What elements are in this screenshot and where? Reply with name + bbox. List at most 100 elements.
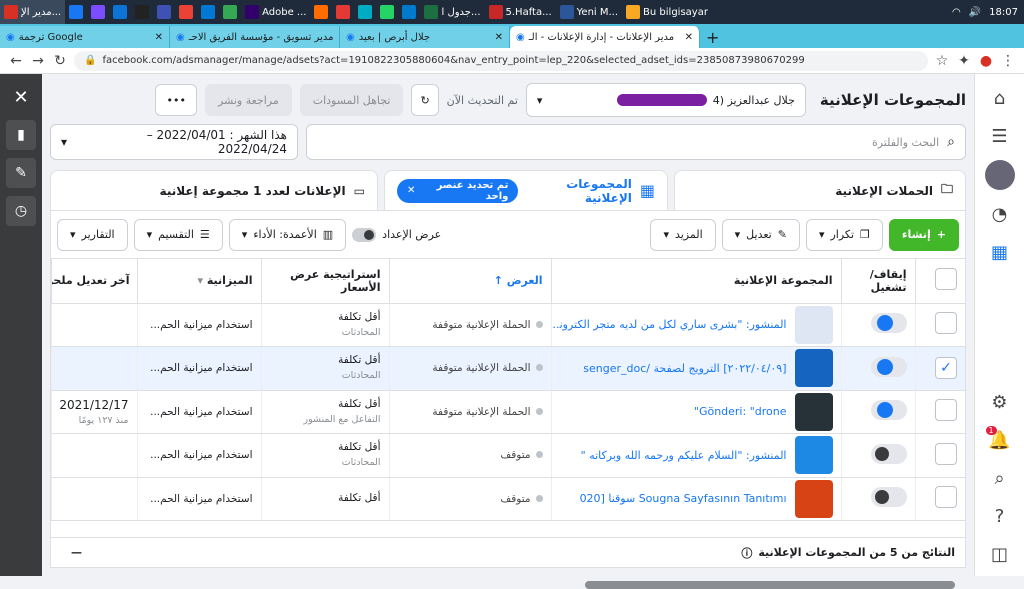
help-icon[interactable]: ?	[986, 502, 1014, 530]
browser-menu-icon[interactable]: ⋮	[1000, 53, 1016, 69]
adset-name-link[interactable]: Sougna Sayfasının Tanıtımı سوقنا [020	[580, 492, 787, 505]
notifications-bell-icon[interactable]: 🔔 1	[985, 426, 1014, 454]
search-icon[interactable]: ⌕	[986, 464, 1014, 492]
taskbar-app[interactable]	[354, 0, 376, 24]
taskbar-app[interactable]: مدير الإ...	[0, 0, 66, 24]
taskbar-app[interactable]: Bu bilgisayar	[622, 0, 712, 24]
delivery-switch[interactable]	[870, 443, 907, 464]
selection-chip[interactable]: تم تحديد عنصر واحد ✕	[397, 178, 519, 203]
date-range-picker[interactable]: هذا الشهر : 2022/04/01 – 2022/04/24 ▾	[50, 124, 298, 160]
delivery-switch[interactable]	[870, 313, 907, 334]
panel-toggle-icon[interactable]: ◫	[986, 540, 1014, 568]
table-row[interactable]: ✓ [٢٠٢٢/٠٤/٠٩] الترويج لصفحة /senger_doc ا…	[51, 346, 965, 391]
taskbar-app[interactable]	[332, 0, 354, 24]
new-tab-button[interactable]: +	[700, 26, 725, 48]
delivery-switch[interactable]	[870, 356, 907, 377]
reports-button[interactable]: التقارير ▾	[57, 218, 128, 251]
close-icon[interactable]: ✕	[407, 185, 415, 196]
more-options-button[interactable]: •••	[155, 84, 197, 116]
setup-switch[interactable]	[352, 227, 377, 242]
tab-campaigns[interactable]: 🗀 الحملات الإعلانية	[674, 170, 966, 210]
table-row[interactable]: Gönderi: "drone" الحملة الإعلانية متوقفة أ…	[51, 390, 965, 434]
browser-tab[interactable]: ◉مدير تسويق - مؤسسة الفريق الاحـ✕	[170, 26, 340, 48]
dashboard-gauge-icon[interactable]: ◔	[986, 200, 1014, 228]
url-field[interactable]: 🔒 facebook.com/adsmanager/manage/adsets?…	[74, 50, 928, 71]
col-bid-strategy[interactable]: استراتيجية عرض الأسعار	[260, 259, 389, 304]
volume-icon[interactable]: 🔊	[969, 7, 981, 18]
row-checkbox[interactable]	[935, 442, 957, 465]
reload-icon[interactable]: ↻	[52, 53, 68, 69]
adset-name-link[interactable]: Gönderi: "drone"	[694, 405, 787, 418]
breakdown-button[interactable]: ☰ التقسيم ▾	[133, 218, 223, 251]
taskbar-app[interactable]	[310, 0, 332, 24]
taskbar-app[interactable]: 5.Hafta...	[485, 0, 556, 24]
columns-button[interactable]: ▥ الأعمدة: الأداء ▾	[228, 218, 347, 251]
discard-drafts-button[interactable]: تجاهل المسودات	[299, 84, 404, 116]
clock[interactable]: 18:07	[989, 7, 1018, 18]
row-checkbox[interactable]	[935, 399, 957, 422]
col-toggle[interactable]: إيقاف/ تشغيل	[840, 259, 915, 304]
browser-tab[interactable]: ◉ مدير الإعلانات - إدارة الإعلانات - الـ ✕	[510, 26, 700, 48]
close-tab-icon[interactable]: ✕	[495, 32, 503, 43]
col-adset[interactable]: المجموعة الإعلانية	[550, 259, 841, 304]
col-budget[interactable]: الميزانية ▾	[136, 259, 261, 304]
settings-gear-icon[interactable]: ⚙	[986, 388, 1014, 416]
close-tab-icon[interactable]: ✕	[155, 32, 163, 43]
adset-name-link[interactable]: [٢٠٢٢/٠٤/٠٩] الترويج لصفحة /senger_doc	[583, 362, 786, 375]
row-checkbox[interactable]: ✓	[935, 357, 957, 380]
browser-tab[interactable]: ◉ جلال أبرص | بعيد ✕	[340, 26, 510, 48]
taskbar-app[interactable]	[109, 0, 131, 24]
taskbar-app[interactable]	[376, 0, 398, 24]
table-row[interactable]: المنشور: "بشرى ساري لكل من لديه متجر الك…	[51, 303, 965, 347]
browser-tab[interactable]: ◉ ترجمة Google ✕	[0, 26, 170, 48]
taskbar-app[interactable]: Yeni M...	[556, 0, 622, 24]
horizontal-scrollbar[interactable]	[585, 581, 955, 589]
taskbar-app[interactable]	[219, 0, 241, 24]
row-checkbox[interactable]	[935, 312, 957, 335]
taskbar-app[interactable]	[131, 0, 153, 24]
review-publish-button[interactable]: مراجعة ونشر	[204, 84, 292, 116]
adset-name-link[interactable]: المنشور: "بشرى ساري لكل من لديه متجر الك…	[552, 318, 787, 331]
taskbar-app[interactable]	[398, 0, 420, 24]
taskbar-app[interactable]: Adobe ...	[241, 0, 310, 24]
wifi-icon[interactable]: ◠	[952, 7, 961, 18]
row-checkbox[interactable]	[935, 486, 957, 509]
taskbar-app[interactable]	[175, 0, 197, 24]
profile-icon[interactable]: ●	[978, 53, 994, 69]
avatar[interactable]	[984, 160, 1015, 190]
delivery-switch[interactable]	[870, 487, 907, 508]
tab-adsets[interactable]: ▦ المجموعات الإعلانية تم تحديد عنصر واحد…	[384, 170, 668, 210]
close-icon[interactable]: ✕	[6, 82, 36, 112]
tab-ads[interactable]: ▭ الإعلانات لعدد 1 مجموعة إعلانية	[50, 170, 378, 210]
pencil-icon[interactable]: ✎	[6, 158, 36, 188]
bookmark-star-icon[interactable]: ☆	[934, 53, 950, 69]
select-all-checkbox[interactable]	[935, 268, 957, 291]
extensions-icon[interactable]: ✦	[956, 53, 972, 69]
account-selector[interactable]: جلال عبدالعزيز (4 ▾	[525, 83, 806, 117]
info-icon[interactable]: ⓘ	[741, 545, 752, 561]
edit-button[interactable]: ✎ تعديل ▾	[721, 218, 800, 251]
delivery-switch[interactable]	[870, 400, 907, 421]
col-delivery[interactable]: العرض ↑	[388, 259, 551, 304]
adset-name-link[interactable]: المنشور: "السلام عليكم ورحمه الله وبركات…	[581, 449, 787, 462]
duplicate-button[interactable]: ❐ تكرار ▾	[805, 218, 883, 251]
more-button[interactable]: المزيد ▾	[650, 218, 716, 251]
forward-icon[interactable]: →	[30, 53, 46, 69]
show-setup-toggle[interactable]: عرض الإعداد	[352, 227, 441, 242]
taskbar-app[interactable]	[197, 0, 219, 24]
hamburger-menu-icon[interactable]: ☰	[986, 122, 1014, 150]
search-filter-input[interactable]: ⌕ البحث والفلترة	[306, 124, 966, 160]
table-row[interactable]: المنشور: "السلام عليكم ورحمه الله وبركات…	[51, 433, 965, 478]
taskbar-app[interactable]	[65, 0, 87, 24]
home-icon[interactable]: ⌂	[986, 84, 1014, 112]
refresh-button[interactable]: ↻	[411, 84, 439, 116]
close-tab-icon[interactable]: ✕	[685, 32, 693, 43]
taskbar-app[interactable]	[87, 0, 109, 24]
table-row[interactable]: Sougna Sayfasının Tanıtımı سوقنا [020 متو…	[51, 477, 965, 521]
taskbar-app[interactable]	[153, 0, 175, 24]
taskbar-app[interactable]: جدول ا...	[420, 0, 484, 24]
clock-icon[interactable]: ◷	[6, 196, 36, 226]
create-button[interactable]: + إنشاء	[888, 218, 959, 251]
grid-table-icon[interactable]: ▦	[986, 238, 1014, 266]
col-last-edit[interactable]: آخر تعديل ملحو	[51, 259, 137, 304]
